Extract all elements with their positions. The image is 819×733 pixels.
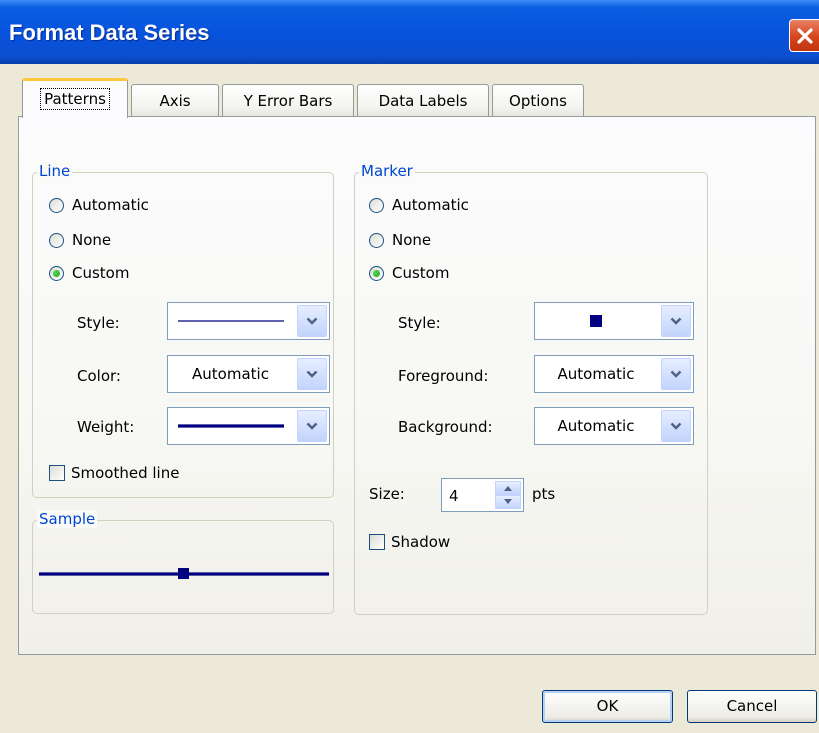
tab-options-label: Options: [509, 92, 567, 110]
marker-none-label: None: [392, 231, 432, 249]
marker-foreground-value: Automatic: [557, 365, 635, 383]
line-style-dropdown[interactable]: [167, 302, 330, 340]
tab-y-error-bars[interactable]: Y Error Bars: [222, 84, 354, 117]
line-group-label: Line: [37, 162, 73, 180]
line-automatic-radio[interactable]: Automatic: [49, 196, 149, 214]
tab-patterns-label: Patterns: [40, 88, 110, 110]
marker-none-radio-button: [369, 232, 384, 248]
line-weight-dropdown-arrow[interactable]: [297, 410, 327, 442]
line-none-radio[interactable]: None: [49, 231, 111, 249]
spin-up-icon: [504, 486, 512, 491]
cancel-button[interactable]: Cancel: [687, 690, 817, 723]
patterns-tab-panel: Line Automatic None Custom Style: Color:…: [18, 116, 816, 655]
line-custom-radio[interactable]: Custom: [49, 264, 129, 282]
marker-group-label: Marker: [359, 162, 415, 180]
marker-background-label: Background:: [398, 418, 493, 436]
shadow-label: Shadow: [391, 533, 451, 551]
chevron-down-icon: [306, 370, 318, 378]
line-automatic-radio-button: [49, 197, 64, 213]
marker-group: Marker Automatic None Custom Style: Fore…: [354, 162, 708, 615]
ok-button-label: OK: [596, 697, 619, 715]
marker-foreground-dropdown-arrow[interactable]: [661, 358, 691, 390]
shadow-checkbox[interactable]: Shadow: [369, 533, 450, 551]
marker-size-spin-down[interactable]: [495, 495, 521, 509]
sample-preview: [39, 568, 329, 579]
line-weight-value: [168, 408, 293, 444]
line-color-label: Color:: [77, 367, 121, 385]
marker-background-value: Automatic: [557, 417, 635, 435]
tab-axis-label: Axis: [159, 92, 191, 110]
line-style-label: Style:: [77, 314, 120, 332]
line-weight-label: Weight:: [77, 418, 135, 436]
sample-group: Sample: [32, 510, 334, 614]
line-custom-radio-button: [49, 265, 64, 281]
close-icon: [797, 28, 813, 44]
line-style-value: [168, 303, 293, 339]
shadow-checkbox-box: [369, 534, 385, 550]
tab-options[interactable]: Options: [492, 84, 584, 117]
line-none-label: None: [72, 231, 112, 249]
chevron-down-icon: [670, 317, 682, 325]
marker-automatic-radio-button: [369, 197, 384, 213]
marker-foreground-dropdown[interactable]: Automatic: [534, 355, 694, 393]
line-color-value: Automatic: [192, 365, 269, 383]
marker-size-input[interactable]: 4: [449, 487, 459, 505]
line-custom-label: Custom: [72, 264, 130, 282]
marker-size-label: Size:: [369, 485, 405, 503]
marker-style-swatch: [590, 315, 602, 327]
spin-down-icon: [504, 499, 512, 504]
marker-size-spinner[interactable]: 4: [441, 478, 524, 512]
title-bar[interactable]: Format Data Series: [0, 0, 819, 64]
marker-style-dropdown[interactable]: [534, 302, 694, 340]
tab-patterns[interactable]: Patterns: [22, 78, 128, 118]
line-style-swatch: [177, 320, 284, 322]
marker-automatic-radio[interactable]: Automatic: [369, 196, 469, 214]
marker-style-value: [535, 303, 657, 339]
marker-custom-radio[interactable]: Custom: [369, 264, 449, 282]
tab-data-labels-label: Data Labels: [378, 92, 468, 110]
ok-button[interactable]: OK: [542, 690, 673, 723]
line-color-dropdown-arrow[interactable]: [297, 358, 327, 390]
chevron-down-icon: [670, 422, 682, 430]
format-data-series-dialog: Format Data Series Patterns Axis Y Error…: [0, 0, 819, 733]
line-automatic-label: Automatic: [72, 196, 149, 214]
marker-style-label: Style:: [398, 314, 441, 332]
chevron-down-icon: [306, 317, 318, 325]
smoothed-line-checkbox-box: [49, 465, 65, 481]
marker-foreground-label: Foreground:: [398, 367, 489, 385]
chevron-down-icon: [670, 370, 682, 378]
line-none-radio-button: [49, 232, 64, 248]
marker-none-radio[interactable]: None: [369, 231, 431, 249]
line-weight-dropdown[interactable]: [167, 407, 330, 445]
cancel-button-label: Cancel: [726, 697, 778, 715]
close-button[interactable]: [789, 19, 819, 52]
chevron-down-icon: [306, 422, 318, 430]
marker-background-dropdown-arrow[interactable]: [661, 410, 691, 442]
tab-axis[interactable]: Axis: [131, 84, 219, 117]
marker-size-spin-buttons: [495, 481, 521, 509]
tab-data-labels[interactable]: Data Labels: [357, 84, 489, 117]
marker-background-dropdown[interactable]: Automatic: [534, 407, 694, 445]
smoothed-line-checkbox[interactable]: Smoothed line: [49, 464, 179, 482]
smoothed-line-label: Smoothed line: [71, 464, 180, 482]
marker-size-unit: pts: [532, 485, 556, 503]
marker-custom-label: Custom: [392, 264, 450, 282]
marker-style-dropdown-arrow[interactable]: [661, 305, 691, 337]
line-style-dropdown-arrow[interactable]: [297, 305, 327, 337]
line-weight-swatch: [177, 424, 284, 428]
window-title: Format Data Series: [9, 20, 210, 45]
marker-custom-radio-button: [369, 265, 384, 281]
tab-y-error-bars-label: Y Error Bars: [243, 92, 333, 110]
line-color-dropdown[interactable]: Automatic: [167, 355, 330, 393]
marker-size-spin-up[interactable]: [495, 481, 521, 495]
sample-group-label: Sample: [37, 510, 98, 528]
marker-automatic-label: Automatic: [392, 196, 469, 214]
line-group: Line Automatic None Custom Style: Color:…: [32, 162, 334, 498]
